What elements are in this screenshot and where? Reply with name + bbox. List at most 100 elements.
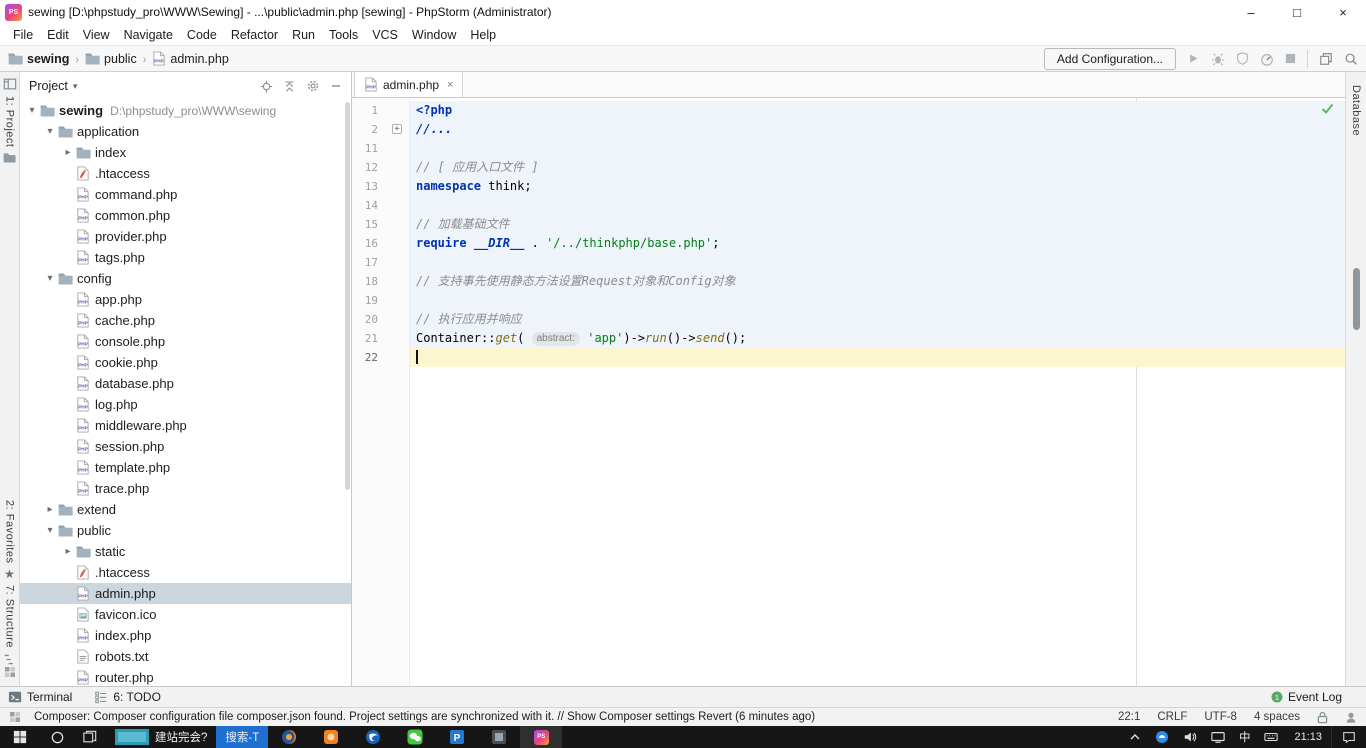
tree-row-session.php[interactable]: PHP session.php — [20, 436, 351, 457]
caret-position-widget[interactable]: 22:1 — [1118, 711, 1140, 723]
menu-view[interactable]: View — [76, 26, 117, 44]
close-icon[interactable]: × — [447, 79, 453, 91]
chevron-down-icon[interactable]: ▾ — [44, 273, 56, 284]
menu-vcs[interactable]: VCS — [365, 26, 405, 44]
tool-button-favorites[interactable]: 2: Favorites — [4, 500, 16, 563]
stop-icon[interactable] — [1285, 53, 1296, 64]
phpstorm-button[interactable]: PS — [520, 726, 563, 748]
tree-row-index.php[interactable]: PHP index.php — [20, 625, 351, 646]
code-line-17[interactable] — [410, 253, 1345, 272]
gutter-line-19[interactable]: 19 — [352, 291, 410, 310]
tool-button-structure[interactable]: 7: Structure — [4, 585, 16, 648]
tray-expand[interactable] — [1122, 726, 1148, 748]
tree-row-log.php[interactable]: PHP log.php — [20, 394, 351, 415]
tree-row-tags.php[interactable]: PHP tags.php — [20, 247, 351, 268]
tree-row-middleware.php[interactable]: PHP middleware.php — [20, 415, 351, 436]
tool-window-button-6-todo[interactable]: 6: TODO — [94, 690, 161, 704]
project-panel-title[interactable]: Project — [29, 79, 68, 93]
tray-volume[interactable] — [1176, 726, 1204, 748]
code-line-20[interactable]: // 执行应用并响应 — [410, 310, 1345, 329]
code-line-16[interactable]: require __DIR__ . '/../thinkphp/base.php… — [410, 234, 1345, 253]
fold-expand-icon[interactable]: + — [392, 124, 402, 134]
gutter-line-2[interactable]: 2 + — [352, 120, 410, 139]
app-orange-button[interactable] — [310, 726, 352, 748]
indent-widget[interactable]: 4 spaces — [1254, 711, 1300, 723]
coverage-icon[interactable] — [1236, 52, 1249, 65]
clock[interactable]: 21:13 — [1285, 726, 1331, 748]
chevron-down-icon[interactable]: ▾ — [73, 81, 78, 91]
profiler-icon[interactable] — [1260, 52, 1274, 66]
restore-window-icon[interactable] — [1319, 52, 1333, 66]
gutter-line-17[interactable]: 17 — [352, 253, 410, 272]
gutter-line-18[interactable]: 18 — [352, 272, 410, 291]
tree-row-sewing[interactable]: ▾ sewing D:\phpstudy_pro\WWW\sewing — [20, 100, 351, 121]
task-view-button[interactable] — [74, 726, 106, 748]
tree-row-cache.php[interactable]: PHP cache.php — [20, 310, 351, 331]
run-icon[interactable] — [1187, 52, 1200, 65]
locate-icon[interactable] — [260, 80, 273, 93]
encoding-widget[interactable]: UTF-8 — [1204, 711, 1237, 723]
code-line-13[interactable]: namespace think; — [410, 177, 1345, 196]
gutter-line-1[interactable]: 1 — [352, 101, 410, 120]
code-line-12[interactable]: // [ 应用入口文件 ] — [410, 158, 1345, 177]
code-line-21[interactable]: Container::get( abstract: 'app')->run()-… — [410, 329, 1345, 348]
gutter-line-21[interactable]: 21 — [352, 329, 410, 348]
debug-icon[interactable] — [1211, 52, 1225, 66]
chevron-down-icon[interactable]: ▾ — [44, 525, 56, 536]
tray-display[interactable] — [1204, 726, 1232, 748]
hide-icon[interactable] — [330, 80, 342, 92]
tree-row-command.php[interactable]: PHP command.php — [20, 184, 351, 205]
editor-scrollbar-thumb[interactable] — [1353, 268, 1360, 330]
menu-help[interactable]: Help — [463, 26, 503, 44]
tree-row-app.php[interactable]: PHP app.php — [20, 289, 351, 310]
code-line-22[interactable] — [410, 348, 1345, 367]
search-button[interactable] — [40, 726, 74, 748]
tree-row-router.php[interactable]: PHP router.php — [20, 667, 351, 686]
star-icon[interactable]: ★ — [4, 568, 15, 580]
start-button[interactable] — [0, 726, 40, 748]
code-line-15[interactable]: // 加载基础文件 — [410, 215, 1345, 234]
tool-button-project[interactable]: 1: Project — [4, 96, 16, 147]
wechat-button[interactable] — [394, 726, 436, 748]
code-line-14[interactable] — [410, 196, 1345, 215]
minimize-button[interactable]: – — [1228, 0, 1274, 24]
stripe-folder-icon[interactable] — [3, 152, 16, 163]
gutter-line-11[interactable]: 11 — [352, 139, 410, 158]
line-separator-widget[interactable]: CRLF — [1157, 711, 1187, 723]
gutter-line-13[interactable]: 13 — [352, 177, 410, 196]
menu-edit[interactable]: Edit — [40, 26, 76, 44]
code-line-2[interactable]: //... — [410, 120, 1345, 139]
gutter-line-15[interactable]: 15 — [352, 215, 410, 234]
gutter-line-12[interactable]: 12 — [352, 158, 410, 177]
tray-keyboard[interactable] — [1257, 726, 1285, 748]
tool-window-button-terminal[interactable]: Terminal — [8, 690, 72, 704]
code-line-11[interactable] — [410, 139, 1345, 158]
tree-row-provider.php[interactable]: PHP provider.php — [20, 226, 351, 247]
chevron-right-icon[interactable]: ▸ — [62, 147, 74, 158]
menu-tools[interactable]: Tools — [322, 26, 365, 44]
breadcrumb-item-public[interactable]: public — [85, 52, 137, 66]
tree-row-admin.php[interactable]: PHP admin.php — [20, 583, 351, 604]
hector-icon[interactable] — [1345, 711, 1357, 724]
tree-row-application[interactable]: ▾ application — [20, 121, 351, 142]
window-button-1[interactable]: 建站完会? — [106, 726, 216, 748]
maximize-button[interactable]: □ — [1274, 0, 1320, 24]
tree-row-.htaccess[interactable]: .htaccess — [20, 163, 351, 184]
tree-row-common.php[interactable]: PHP common.php — [20, 205, 351, 226]
gutter-line-14[interactable]: 14 — [352, 196, 410, 215]
inspections-ok-icon[interactable] — [1321, 103, 1334, 114]
lock-icon[interactable] — [1317, 711, 1328, 724]
tree-row-console.php[interactable]: PHP console.php — [20, 331, 351, 352]
gutter-line-16[interactable]: 16 — [352, 234, 410, 253]
menu-window[interactable]: Window — [405, 26, 463, 44]
code-line-18[interactable]: // 支持事先使用静态方法设置Request对象和Config对象 — [410, 272, 1345, 291]
settings-icon[interactable] — [306, 79, 320, 93]
tree-row-template.php[interactable]: PHP template.php — [20, 457, 351, 478]
app-p-button[interactable]: P — [436, 726, 478, 748]
project-tree-scrollbar[interactable] — [345, 102, 350, 490]
breadcrumb-item-sewing[interactable]: sewing — [8, 52, 69, 66]
gutter-line-22[interactable]: 22 — [352, 348, 410, 367]
gutter-line-20[interactable]: 20 — [352, 310, 410, 329]
tree-row-public[interactable]: ▾ public — [20, 520, 351, 541]
code-line-1[interactable]: <?php — [410, 101, 1345, 120]
